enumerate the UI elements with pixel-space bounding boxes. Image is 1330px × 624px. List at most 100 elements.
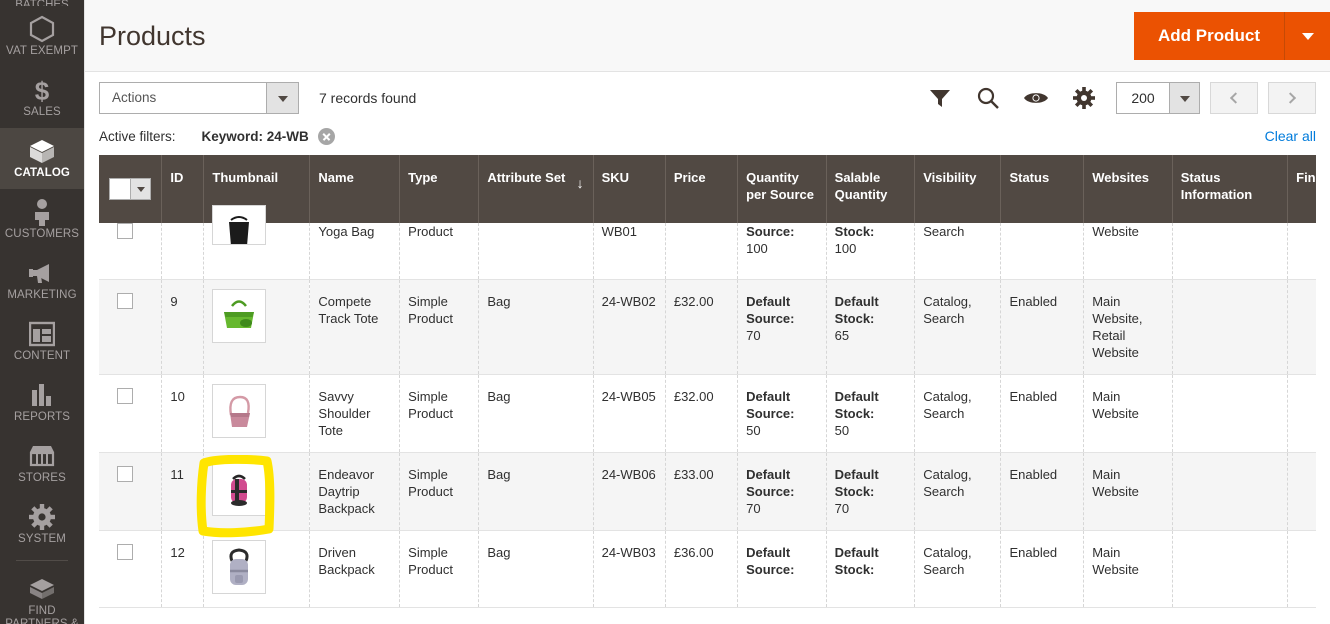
cell-finish	[1287, 530, 1316, 608]
filter-chip-label: Keyword: 24-WB	[201, 129, 309, 144]
cell-type: Product	[399, 223, 480, 280]
sidebar-item-vat-exempt[interactable]: VAT EXEMPT	[0, 6, 84, 67]
add-product-button[interactable]: Add Product	[1134, 12, 1285, 60]
column-header-status[interactable]: Status	[1000, 155, 1085, 223]
column-header-quantity-per-source[interactable]: Quantity per Source	[737, 155, 827, 223]
add-product-dropdown-toggle[interactable]	[1285, 12, 1330, 60]
eye-icon[interactable]	[1012, 82, 1060, 114]
chevron-down-icon	[130, 179, 150, 199]
column-header-label: Attribute Set	[487, 170, 566, 185]
cell-name: Endeavor Daytrip Backpack	[309, 452, 401, 531]
cell-price: £33.00	[665, 452, 739, 531]
column-header-label: SKU	[601, 170, 630, 185]
cell-name: Compete Track Tote	[309, 279, 401, 375]
cell-price: £36.00	[665, 530, 739, 608]
column-header-label: Name	[318, 170, 354, 185]
sidebar-item-label: STORES	[18, 472, 66, 484]
row-checkbox[interactable]	[117, 223, 133, 239]
row-checkbox[interactable]	[117, 543, 133, 560]
search-icon[interactable]	[964, 82, 1012, 114]
qty-source-label: Default Source:	[746, 544, 795, 577]
cell-websites: Website	[1083, 223, 1173, 280]
column-header-visibility[interactable]: Visibility	[914, 155, 1002, 223]
cell-status-information	[1172, 374, 1289, 453]
sidebar-item-catalog[interactable]: CATALOG	[0, 128, 84, 189]
cell-visibility: Search	[914, 223, 1002, 280]
gear-icon[interactable]	[1060, 82, 1108, 114]
salable-stock-label: Default Stock:	[834, 544, 879, 577]
table-row[interactable]: 12 Driven Backpack Simple Product Bag 24-WB0…	[99, 530, 1316, 608]
column-header-status-information[interactable]: Status Information	[1172, 155, 1289, 223]
mass-actions-select[interactable]: Actions	[99, 82, 299, 114]
column-header-finish[interactable]: Finish	[1287, 155, 1316, 223]
layout-icon	[2, 319, 82, 349]
cell-sku: 24-WB05	[593, 374, 666, 453]
sidebar-item-system[interactable]: SYSTEM	[0, 494, 84, 555]
product-thumbnail[interactable]	[212, 288, 267, 343]
select-all-checkbox[interactable]	[110, 179, 130, 199]
row-checkbox[interactable]	[117, 292, 133, 309]
salable-stock-value: 50	[834, 422, 850, 438]
product-thumbnail[interactable]	[212, 539, 267, 594]
sidebar-item-sales[interactable]: $ SALES	[0, 67, 84, 128]
chevron-down-icon	[1301, 33, 1314, 40]
column-header-websites[interactable]: Websites	[1083, 155, 1173, 223]
row-checkbox[interactable]	[117, 387, 133, 404]
column-header-name[interactable]: Name	[309, 155, 401, 223]
cell-type: Simple Product	[399, 374, 480, 453]
previous-page-button[interactable]	[1210, 82, 1258, 114]
sidebar-item-content[interactable]: CONTENT	[0, 311, 84, 372]
filter-icon[interactable]	[916, 82, 964, 114]
cell-websites: Main Website	[1083, 374, 1173, 453]
svg-text:$: $	[35, 76, 50, 104]
column-header-attribute-set[interactable]: Attribute Set ↓	[478, 155, 594, 223]
next-page-button[interactable]	[1268, 82, 1316, 114]
salable-stock-value: 65	[834, 327, 850, 343]
column-header-label: Quantity per Source	[746, 170, 815, 202]
column-header-price[interactable]: Price	[665, 155, 739, 223]
column-header-type[interactable]: Type	[399, 155, 480, 223]
sidebar-item-label: SALES	[23, 106, 61, 118]
sidebar-item-label: CATALOG	[14, 167, 70, 179]
sidebar-item-find-partners-extensions[interactable]: FIND PARTNERS & EXTENSIONS	[0, 566, 84, 624]
grid-body: Yoga Bag Product WB01 Source: 100 Stock: 100 Se…	[99, 205, 1316, 608]
chevron-down-icon	[1169, 83, 1199, 113]
cell-price: £32.00	[665, 279, 739, 375]
row-checkbox-cell	[99, 223, 163, 280]
table-row[interactable]: Yoga Bag Product WB01 Source: 100 Stock: 100 Se…	[99, 205, 1316, 280]
clear-all-link[interactable]: Clear all	[1265, 128, 1316, 144]
grid-toolbar: Actions 7 records found 200	[85, 72, 1330, 124]
row-checkbox[interactable]	[117, 465, 133, 482]
row-checkbox-cell	[99, 530, 163, 608]
sidebar-item-customers[interactable]: CUSTOMERS	[0, 189, 84, 250]
cell-websites: Main Website	[1083, 530, 1173, 608]
product-thumbnail[interactable]	[212, 383, 267, 438]
select-all-dropdown[interactable]	[109, 178, 151, 200]
column-header-id[interactable]: ID	[161, 155, 205, 223]
per-page-selector[interactable]: 200	[1116, 82, 1200, 114]
cell-status: Enabled	[1000, 530, 1085, 608]
column-header-sku[interactable]: SKU	[593, 155, 666, 223]
cell-quantity-per-source: Default Source: 50	[737, 374, 827, 453]
cell-name: Yoga Bag	[309, 223, 401, 280]
bar-chart-icon	[2, 380, 82, 410]
sidebar-item-stores[interactable]: STORES	[0, 433, 84, 494]
table-row[interactable]: 9 Compete Track Tote Simple Product Bag 24-W…	[99, 279, 1316, 375]
close-icon[interactable]	[317, 128, 335, 145]
cell-id: 11	[161, 452, 205, 531]
cell-visibility: Catalog, Search	[914, 279, 1002, 375]
sidebar-item-marketing[interactable]: MARKETING	[0, 250, 84, 311]
dollar-icon: $	[2, 75, 82, 105]
qty-source-value: 50	[746, 422, 761, 438]
sidebar-item-reports[interactable]: REPORTS	[0, 372, 84, 433]
page-header: Products Add Product	[85, 0, 1330, 72]
cell-status-information	[1172, 279, 1289, 375]
cell-status-information	[1172, 452, 1289, 531]
product-thumbnail[interactable]	[212, 461, 267, 516]
table-row[interactable]: 11 Endeavor Daytrip Backpack Simple Produc…	[99, 452, 1316, 531]
column-header-salable-quantity[interactable]: Salable Quantity	[826, 155, 916, 223]
cell-thumbnail	[203, 205, 311, 280]
cell-quantity-per-source: Default Source: 70	[737, 279, 827, 375]
table-row[interactable]: 10 Savvy Shoulder Tote Simple Product Bag 24…	[99, 374, 1316, 453]
product-thumbnail[interactable]	[212, 205, 267, 245]
